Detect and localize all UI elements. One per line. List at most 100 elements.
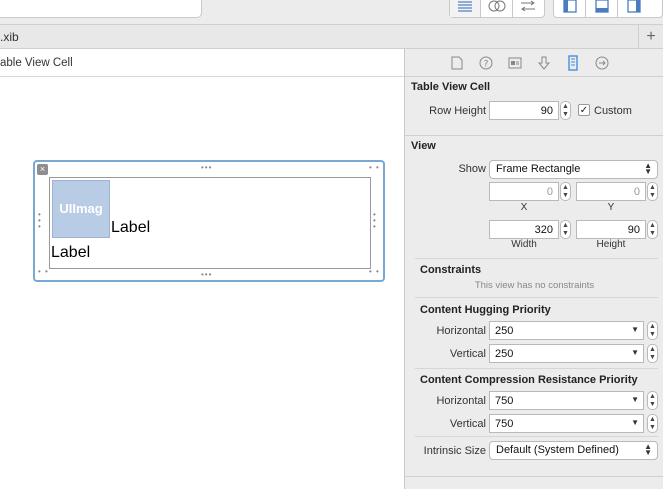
assistant-editor-icon bbox=[488, 0, 506, 12]
section-divider bbox=[415, 258, 658, 259]
image-view[interactable]: UIImag bbox=[52, 180, 110, 238]
resize-handle-top[interactable]: ••• bbox=[201, 164, 212, 172]
up-down-chevron-icon: ▲ ▼ bbox=[644, 442, 652, 457]
section-title-table-view-cell: Table View Cell bbox=[411, 81, 491, 93]
width-label: Width bbox=[511, 239, 537, 250]
cell-content-view[interactable]: UIImag Label Label bbox=[49, 177, 371, 269]
resize-handle-top-right[interactable]: • • bbox=[369, 164, 380, 172]
interface-builder-canvas[interactable]: × ••• • • • • • • • • • • ••• • • UIImag Lab… bbox=[0, 77, 404, 489]
compression-vertical-label: Vertical bbox=[449, 418, 486, 430]
dropdown-arrow-icon[interactable]: ▼ bbox=[631, 348, 639, 357]
connections-icon bbox=[595, 56, 609, 69]
jump-bar-item-table-view-cell[interactable]: able View Cell bbox=[0, 57, 73, 69]
section-divider bbox=[415, 297, 658, 298]
navigator-panel-icon bbox=[562, 0, 577, 13]
attributes-icon bbox=[538, 56, 550, 70]
connections-inspector-tab[interactable] bbox=[594, 55, 610, 71]
custom-checkbox[interactable]: ✓ bbox=[578, 104, 590, 116]
resize-handle-bottom-left[interactable]: • • bbox=[38, 268, 49, 276]
compression-horizontal-stepper[interactable]: ▲ ▼ bbox=[647, 391, 658, 410]
table-view-cell-frame[interactable]: × ••• • • • • • • • • • • ••• • • UIImag Lab… bbox=[33, 160, 385, 282]
section-divider bbox=[415, 368, 658, 369]
up-down-chevron-icon: ▲ ▼ bbox=[644, 161, 652, 176]
hugging-horizontal-stepper[interactable]: ▲ ▼ bbox=[647, 321, 658, 340]
width-field[interactable]: 320 bbox=[489, 220, 559, 239]
label-two[interactable]: Label bbox=[51, 244, 90, 262]
identity-inspector-tab[interactable] bbox=[507, 55, 523, 71]
tab-xib-file[interactable]: .xib bbox=[0, 30, 19, 44]
editor-tab-bar: .xib + bbox=[0, 25, 663, 49]
constraints-hint: This view has no constraints bbox=[474, 280, 595, 291]
intrinsic-size-popup[interactable]: Default (System Defined) ▲ ▼ bbox=[489, 441, 658, 460]
hugging-vertical-stepper[interactable]: ▲ ▼ bbox=[647, 344, 658, 363]
svg-text:?: ? bbox=[484, 59, 489, 69]
hugging-horizontal-label: Horizontal bbox=[436, 325, 486, 337]
section-title-constraints: Constraints bbox=[420, 264, 482, 276]
resize-handle-bottom-right[interactable]: • • bbox=[369, 268, 380, 276]
section-title-view: View bbox=[411, 140, 436, 152]
x-field[interactable]: 0 bbox=[489, 182, 559, 201]
version-editor-button[interactable] bbox=[513, 0, 544, 17]
label-one[interactable]: Label bbox=[111, 219, 150, 237]
toggle-navigator-button[interactable] bbox=[554, 0, 586, 17]
hugging-vertical-label: Vertical bbox=[449, 348, 486, 360]
editor-mode-segmented-control[interactable] bbox=[449, 0, 545, 18]
x-stepper[interactable]: ▲ ▼ bbox=[560, 182, 571, 201]
size-inspector-tab[interactable] bbox=[565, 54, 581, 71]
add-tab-button[interactable]: + bbox=[638, 25, 663, 49]
close-icon[interactable]: × bbox=[37, 164, 48, 175]
toggle-debug-area-button[interactable] bbox=[586, 0, 618, 17]
view-toggle-segmented-control[interactable] bbox=[553, 0, 663, 18]
y-stepper[interactable]: ▲ ▼ bbox=[647, 182, 658, 201]
help-inspector-tab[interactable]: ? bbox=[478, 55, 494, 71]
dropdown-arrow-icon[interactable]: ▼ bbox=[631, 418, 639, 427]
file-inspector-tab[interactable] bbox=[449, 55, 465, 71]
hugging-vertical-combo[interactable]: 250 ▼ bbox=[489, 344, 644, 363]
row-height-label: Row Height bbox=[429, 105, 486, 117]
intrinsic-size-value: Default (System Defined) bbox=[496, 444, 619, 456]
window-toolbar bbox=[0, 0, 663, 25]
help-icon: ? bbox=[479, 56, 493, 69]
show-label: Show bbox=[458, 163, 486, 175]
debug-panel-icon bbox=[594, 0, 609, 13]
attributes-inspector-tab[interactable] bbox=[536, 55, 552, 71]
x-label: X bbox=[520, 202, 528, 213]
compression-horizontal-combo[interactable]: 750 ▼ bbox=[489, 391, 644, 410]
dropdown-arrow-icon[interactable]: ▼ bbox=[631, 395, 639, 404]
section-divider bbox=[405, 135, 663, 136]
y-field[interactable]: 0 bbox=[576, 182, 646, 201]
activity-field bbox=[0, 0, 202, 18]
size-icon bbox=[568, 54, 578, 71]
custom-label: Custom bbox=[594, 105, 632, 117]
compression-vertical-stepper[interactable]: ▲ ▼ bbox=[647, 414, 658, 433]
section-divider bbox=[405, 476, 663, 477]
resize-handle-left[interactable]: • • • bbox=[38, 211, 42, 231]
hugging-vertical-value: 250 bbox=[495, 348, 514, 360]
compression-horizontal-value: 750 bbox=[495, 395, 514, 407]
resize-handle-bottom[interactable]: ••• bbox=[201, 271, 212, 279]
standard-editor-button[interactable] bbox=[450, 0, 482, 17]
resize-handle-right[interactable]: • • • bbox=[373, 211, 377, 231]
width-stepper[interactable]: ▲ ▼ bbox=[560, 220, 571, 239]
compression-vertical-value: 750 bbox=[495, 418, 514, 430]
hugging-horizontal-combo[interactable]: 250 ▼ bbox=[489, 321, 644, 340]
height-field[interactable]: 90 bbox=[576, 220, 646, 239]
compression-horizontal-label: Horizontal bbox=[436, 395, 486, 407]
standard-editor-icon bbox=[458, 1, 473, 12]
inspector-tabs: ? bbox=[405, 49, 663, 77]
hugging-horizontal-value: 250 bbox=[495, 325, 514, 337]
section-title-compression-resistance: Content Compression Resistance Priority bbox=[420, 374, 638, 386]
row-height-field[interactable]: 90 bbox=[489, 101, 559, 120]
show-popup[interactable]: Frame Rectangle ▲ ▼ bbox=[489, 160, 658, 179]
version-editor-icon bbox=[521, 0, 536, 12]
file-icon bbox=[451, 56, 463, 69]
height-stepper[interactable]: ▲ ▼ bbox=[647, 220, 658, 239]
row-height-stepper[interactable]: ▲ ▼ bbox=[560, 101, 571, 120]
toggle-utilities-button[interactable] bbox=[618, 0, 650, 17]
compression-vertical-combo[interactable]: 750 ▼ bbox=[489, 414, 644, 433]
identity-icon bbox=[508, 57, 522, 68]
jump-bar: able View Cell bbox=[0, 49, 404, 77]
dropdown-arrow-icon[interactable]: ▼ bbox=[631, 325, 639, 334]
assistant-editor-button[interactable] bbox=[481, 0, 513, 17]
y-label: Y bbox=[607, 202, 615, 213]
